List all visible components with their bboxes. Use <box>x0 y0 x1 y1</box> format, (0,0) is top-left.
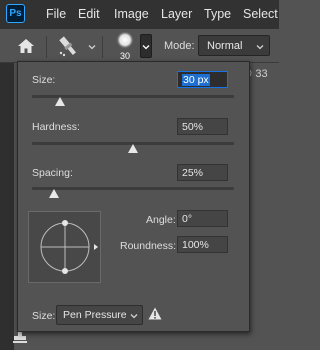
brush-tip-shape-icon <box>40 220 98 274</box>
chevron-down-icon <box>130 314 138 319</box>
chevron-down-icon <box>142 45 150 50</box>
spacing-slider-thumb[interactable] <box>49 189 60 198</box>
size-slider-thumb[interactable] <box>55 97 66 106</box>
brush-size-label: 30 <box>119 51 130 61</box>
spacing-slider-track[interactable] <box>32 187 234 190</box>
photoshop-logo: Ps <box>6 4 25 23</box>
toolbar-divider <box>102 36 103 58</box>
mode-value: Normal <box>207 40 243 52</box>
home-icon[interactable] <box>17 37 35 55</box>
options-bar: 30 Mode: Normal <box>0 29 279 63</box>
menu-select[interactable]: Select <box>243 7 278 21</box>
size-control-value: Pen Pressure <box>63 309 127 321</box>
roundness-label: Roundness: <box>120 240 177 252</box>
hardness-slider-thumb[interactable] <box>128 144 138 153</box>
brush-tool-icon[interactable] <box>56 35 80 57</box>
menu-layer[interactable]: Layer <box>161 7 192 21</box>
menu-bar: Ps File Edit Image Layer Type Select <box>0 0 279 29</box>
hardness-input[interactable]: 50% <box>177 118 228 135</box>
brush-settings-panel: Size: 30 px Hardness: 50% Spacing: 25% A… <box>17 61 250 332</box>
menu-image[interactable]: Image <box>114 7 149 21</box>
menu-edit[interactable]: Edit <box>78 7 100 21</box>
angle-label: Angle: <box>146 214 176 226</box>
size-control-label: Size: <box>32 310 56 322</box>
spacing-input[interactable]: 25% <box>177 164 228 181</box>
angle-roundness-widget[interactable] <box>28 211 101 283</box>
mode-label: Mode: <box>164 40 195 52</box>
toolbar-divider <box>46 36 47 58</box>
hardness-label: Hardness: <box>32 121 80 133</box>
tools-panel-strip <box>0 63 14 350</box>
spacing-label: Spacing: <box>32 167 73 179</box>
menu-type[interactable]: Type <box>204 7 231 21</box>
angle-input[interactable]: 0° <box>177 210 228 227</box>
mode-select[interactable]: Normal <box>198 35 270 56</box>
size-control-select[interactable]: Pen Pressure <box>56 305 143 325</box>
brush-preset-toggle[interactable] <box>140 34 152 58</box>
chevron-down-icon[interactable] <box>88 43 96 51</box>
size-input[interactable]: 30 px <box>177 71 228 88</box>
menu-file[interactable]: File <box>46 7 66 21</box>
size-label: Size: <box>32 74 56 86</box>
chevron-down-icon <box>256 45 264 50</box>
roundness-input[interactable]: 100% <box>177 236 228 253</box>
stamp-tool-icon[interactable] <box>12 330 28 344</box>
warning-icon[interactable] <box>148 307 162 320</box>
